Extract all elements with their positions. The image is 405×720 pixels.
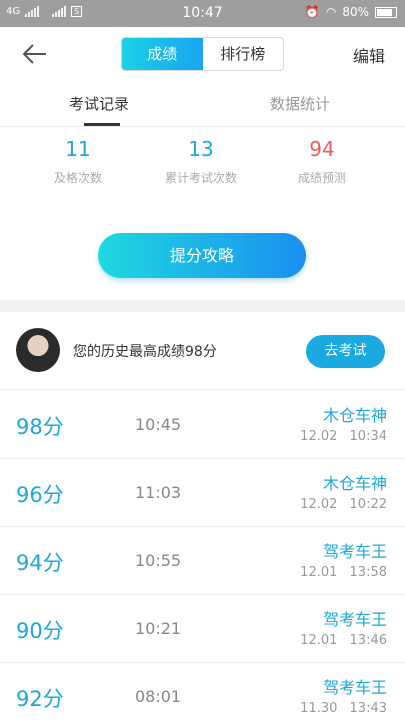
- tab-leaderboard[interactable]: 排行榜: [203, 38, 284, 70]
- take-exam-button[interactable]: 去考试: [306, 335, 385, 368]
- record-time: 13:46: [349, 633, 387, 648]
- record-time: 13:58: [349, 565, 387, 580]
- record-duration: 11:03: [135, 483, 182, 502]
- tab-scores[interactable]: 成绩: [122, 38, 203, 70]
- stat-label: 成绩预测: [297, 171, 346, 185]
- record-score: 94分: [16, 551, 64, 575]
- record-date: 11.30: [300, 701, 338, 716]
- sub-tabs: 考试记录 数据统计: [0, 81, 405, 127]
- tab-exam-records[interactable]: 考试记录: [69, 93, 129, 114]
- stat-total-exams: 13 累计考试次数: [141, 137, 261, 186]
- record-duration: 08:01: [135, 687, 182, 706]
- battery-percent: 80%: [342, 5, 369, 19]
- record-datetime: 11.30 13:43: [300, 701, 387, 716]
- record-title: 驾考车王: [322, 678, 387, 697]
- status-right: ⏰ ◠ 80%: [305, 5, 397, 19]
- record-date: 12.02: [300, 497, 338, 512]
- record-row[interactable]: 92分 08:01 驾考车王 11.30 13:43: [0, 663, 405, 720]
- record-duration: 10:55: [135, 551, 182, 570]
- segmented-control: 成绩 排行榜: [121, 37, 284, 71]
- stat-pass-count: 11 及格次数: [18, 137, 138, 186]
- record-date: 12.01: [300, 565, 338, 580]
- record-time: 10:22: [349, 497, 387, 512]
- record-time: 13:43: [349, 701, 387, 716]
- stat-score-prediction: 94 成绩预测: [262, 137, 382, 186]
- wifi-icon: ◠: [325, 5, 337, 19]
- stat-value: 13: [188, 137, 214, 161]
- stat-value: 11: [65, 137, 91, 161]
- stat-label: 及格次数: [53, 171, 102, 185]
- record-date: 12.02: [300, 429, 338, 444]
- stat-label: 累计考试次数: [164, 171, 237, 185]
- record-row[interactable]: 94分 10:55 驾考车王 12.01 13:58: [0, 527, 405, 595]
- record-time: 10:34: [349, 429, 387, 444]
- record-title: 木仓车神: [322, 406, 387, 425]
- best-score-text: 您的历史最高成绩98分: [73, 344, 217, 360]
- record-date: 12.01: [300, 633, 338, 648]
- record-datetime: 12.01 13:58: [300, 565, 387, 580]
- record-row[interactable]: 96分 11:03 木仓车神 12.02 10:22: [0, 459, 405, 527]
- record-title: 木仓车神: [322, 474, 387, 493]
- record-title: 驾考车王: [322, 542, 387, 561]
- record-datetime: 12.01 13:46: [300, 633, 387, 648]
- record-title: 驾考车王: [322, 610, 387, 629]
- record-datetime: 12.02 10:34: [300, 429, 387, 444]
- avatar: [16, 328, 60, 372]
- edit-button[interactable]: 编辑: [353, 43, 385, 67]
- tab-data-stats[interactable]: 数据统计: [270, 93, 330, 114]
- stat-value: 94: [309, 137, 335, 161]
- record-score: 90分: [16, 619, 64, 643]
- best-score-row: 您的历史最高成绩98分 去考试: [0, 312, 405, 390]
- record-score: 98分: [16, 415, 64, 439]
- record-duration: 10:21: [135, 619, 182, 638]
- record-row[interactable]: 90分 10:21 驾考车王 12.01 13:46: [0, 595, 405, 663]
- record-duration: 10:45: [135, 415, 182, 434]
- record-datetime: 12.02 10:22: [300, 497, 387, 512]
- battery-icon: [375, 6, 397, 18]
- section-divider: [0, 300, 405, 312]
- record-row[interactable]: 98分 10:45 木仓车神 12.02 10:34: [0, 391, 405, 459]
- status-bar: 4G S 10:47 ⏰ ◠ 80%: [0, 0, 405, 27]
- record-score: 96分: [16, 483, 64, 507]
- alarm-icon: ⏰: [304, 5, 320, 19]
- improve-strategy-button[interactable]: 提分攻略: [98, 233, 306, 278]
- active-tab-indicator: [84, 123, 120, 126]
- back-arrow-icon[interactable]: [20, 39, 50, 69]
- app-header: 成绩 排行榜 编辑: [0, 27, 405, 81]
- record-score: 92分: [16, 687, 64, 711]
